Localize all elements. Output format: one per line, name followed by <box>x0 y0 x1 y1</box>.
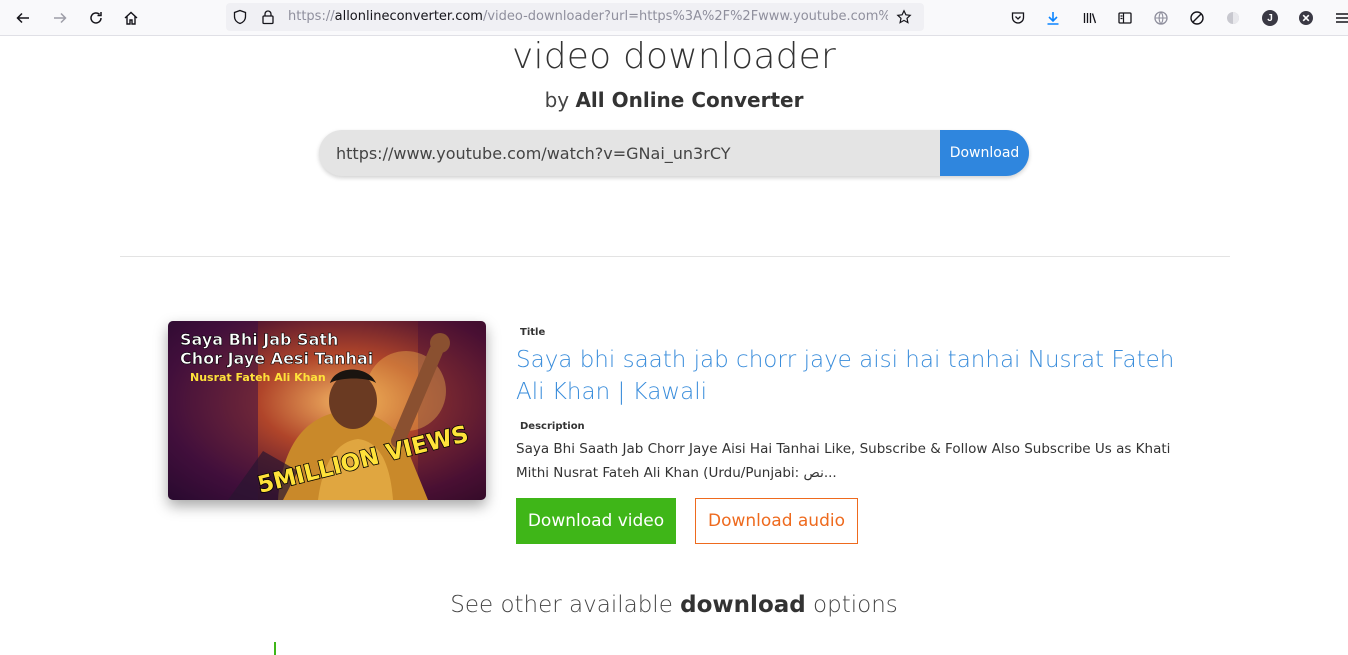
description-label: Description <box>520 421 585 432</box>
download-video-button[interactable]: Download video <box>516 498 676 544</box>
downloads-icon[interactable] <box>1041 6 1065 30</box>
download-button[interactable]: Download <box>940 130 1029 176</box>
home-icon[interactable] <box>119 6 143 30</box>
thumb-line1: Saya Bhi Jab Sath <box>180 330 338 349</box>
sidebar-icon[interactable] <box>1113 6 1137 30</box>
profile-avatar[interactable]: J <box>1258 6 1282 30</box>
blocker-extension-icon[interactable] <box>1185 6 1209 30</box>
download-audio-button[interactable]: Download audio <box>695 498 858 544</box>
close-extension-icon[interactable] <box>1294 6 1318 30</box>
profile-initial: J <box>1262 10 1278 26</box>
tracking-protection-icon[interactable] <box>232 9 248 30</box>
address-bar[interactable]: https://allonlineconverter.com/video-dow… <box>226 3 924 31</box>
back-icon[interactable] <box>11 6 35 30</box>
video-title-link[interactable]: Saya bhi saath jab chorr jaye aisi hai t… <box>516 344 1176 408</box>
url-text[interactable]: https://allonlineconverter.com/video-dow… <box>288 9 888 27</box>
extension-icon[interactable] <box>1221 6 1245 30</box>
page-subtitle: by All Online Converter <box>0 88 1348 112</box>
reload-icon[interactable] <box>84 6 108 30</box>
thumb-line2: Chor Jaye Aesi Tanhai <box>180 349 373 368</box>
pocket-icon[interactable] <box>1006 6 1030 30</box>
page-title: video downloader <box>511 36 836 77</box>
thumb-line3: Nusrat Fateh Ali Khan <box>190 371 326 384</box>
other-options-prefix: See other available <box>450 592 673 618</box>
menu-icon[interactable] <box>1330 6 1348 30</box>
by-text: by <box>544 88 570 112</box>
globe-icon[interactable] <box>1149 6 1173 30</box>
section-divider <box>120 256 1230 257</box>
url-path: /video-downloader?url=https%3A%2F%2Fwww.… <box>482 9 888 24</box>
other-options-heading: See other available download options <box>0 592 1348 618</box>
url-search-bar: Download <box>319 130 1029 176</box>
video-url-input[interactable] <box>319 130 940 176</box>
video-description: Saya Bhi Saath Jab Chorr Jaye Aisi Hai T… <box>516 441 1171 481</box>
other-options-bold: download <box>680 592 806 618</box>
video-thumbnail[interactable]: Saya Bhi Jab Sath Chor Jaye Aesi Tanhai … <box>168 321 486 500</box>
browser-toolbar: https://allonlineconverter.com/video-dow… <box>0 0 1348 36</box>
table-edge-marker <box>274 642 276 655</box>
url-host: allonlineconverter.com <box>334 9 483 24</box>
lock-icon[interactable] <box>260 9 276 30</box>
url-scheme: https:// <box>288 9 335 24</box>
library-icon[interactable] <box>1078 6 1102 30</box>
title-label: Title <box>520 327 546 338</box>
bookmark-star-icon[interactable] <box>896 9 912 30</box>
brand-name[interactable]: All Online Converter <box>575 88 803 112</box>
other-options-suffix: options <box>813 592 898 618</box>
forward-icon[interactable] <box>48 6 72 30</box>
